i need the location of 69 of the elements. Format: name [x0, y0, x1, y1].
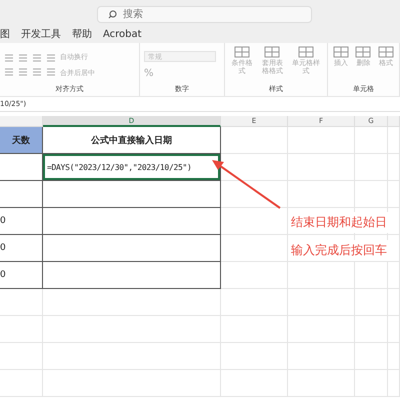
grid-cell	[355, 154, 388, 181]
table-icon	[264, 46, 280, 58]
column-header[interactable]	[0, 116, 43, 127]
grid-cell	[355, 127, 388, 154]
align-icon	[4, 68, 14, 76]
grid-cell	[0, 370, 43, 397]
grid-cell	[0, 316, 43, 343]
grid-cell	[388, 154, 400, 181]
grid-cell	[388, 181, 400, 208]
header-cell: 天数	[0, 127, 43, 154]
grid-cell	[388, 316, 400, 343]
table-icon	[234, 46, 250, 58]
grid-cell	[221, 262, 288, 289]
grid-cell	[388, 370, 400, 397]
grid-cell	[355, 262, 388, 289]
grid-cell	[355, 289, 388, 316]
grid-cell	[288, 181, 355, 208]
search-field[interactable]: 搜索	[97, 6, 312, 22]
grid-cell	[221, 370, 288, 397]
align-icon	[18, 68, 28, 76]
grid-cell	[355, 370, 388, 397]
grid-cell	[0, 289, 43, 316]
grid-cell	[288, 262, 355, 289]
grid-cell	[355, 316, 388, 343]
menu-tab[interactable]: 开发工具	[21, 28, 61, 41]
grid-cell	[288, 343, 355, 370]
indent-icon	[46, 68, 56, 76]
grid-cell	[355, 343, 388, 370]
align-icon	[18, 54, 28, 62]
grid-cell	[388, 289, 400, 316]
indent-icon	[46, 54, 56, 62]
menu-tab[interactable]: Acrobat	[103, 28, 142, 41]
arrow	[210, 158, 282, 210]
table-cell: 0	[0, 208, 43, 235]
grid-cell	[288, 370, 355, 397]
table-icon	[298, 46, 314, 58]
table-icon	[378, 46, 394, 58]
grid-cell	[221, 343, 288, 370]
menu-tab[interactable]: 帮助	[72, 28, 92, 41]
percent-button[interactable]: %	[144, 68, 216, 79]
grid-cell	[288, 289, 355, 316]
annotation-text: 结束日期和起始日	[288, 212, 390, 233]
grid-cell	[221, 127, 288, 154]
search-icon	[108, 10, 117, 18]
table-cell	[0, 154, 43, 181]
grid-cell	[388, 127, 400, 154]
grid-cell	[221, 289, 288, 316]
header-cell: 公式中直接输入日期	[43, 127, 221, 154]
grid-cell	[0, 343, 43, 370]
table-icon	[355, 46, 372, 58]
grid-cell	[221, 316, 288, 343]
menu-tab[interactable]: 图	[0, 28, 10, 41]
grid-cell	[221, 181, 288, 208]
table-cell: =DAYS("2023/12/30","2023/10/25")	[43, 154, 221, 181]
table-cell: 0	[0, 262, 43, 289]
table-cell: 0	[0, 235, 43, 262]
table-icon	[333, 46, 350, 58]
grid-cell	[388, 262, 400, 289]
annotation-text: 输入完成后按回车	[288, 240, 390, 261]
grid-cell	[288, 316, 355, 343]
table-cell	[0, 181, 43, 208]
align-icon	[4, 54, 14, 62]
grid-cell	[355, 181, 388, 208]
grid-cell	[288, 154, 355, 181]
align-icon	[32, 54, 42, 62]
grid-cell	[288, 127, 355, 154]
column-header[interactable]	[388, 116, 400, 127]
grid-cell	[388, 343, 400, 370]
align-icon	[32, 68, 42, 76]
